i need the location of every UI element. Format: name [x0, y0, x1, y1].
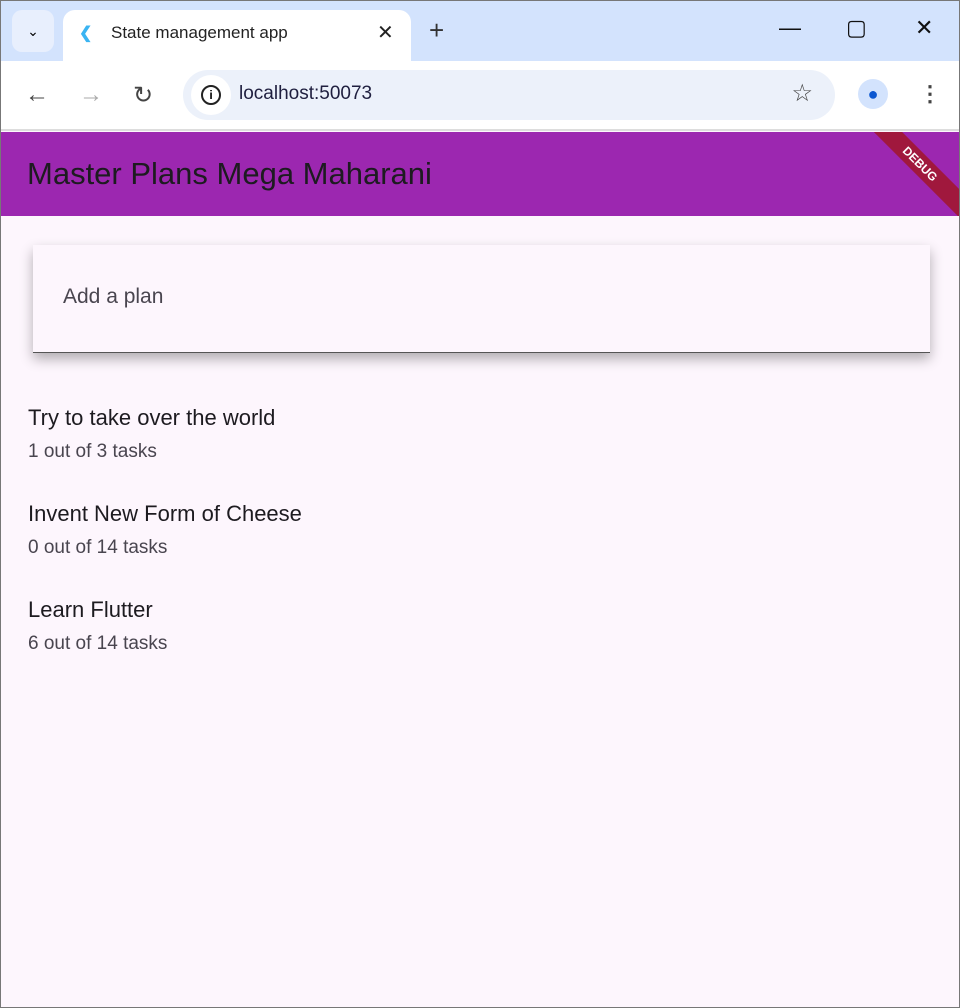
forward-icon[interactable]: →: [79, 81, 103, 109]
add-plan-field: [33, 245, 930, 353]
tab-title: State management app: [111, 23, 288, 42]
tab-search-button[interactable]: ⌄: [12, 10, 54, 52]
browser-toolbar: ← → ↻ i localhost:50073 ☆: [1, 61, 959, 131]
profile-avatar-icon[interactable]: ●: [858, 79, 888, 109]
plan-name: Invent New Form of Cheese: [28, 501, 302, 526]
plan-progress: 1 out of 3 tasks: [28, 441, 157, 462]
plan-name: Learn Flutter: [28, 597, 153, 622]
browser-tab[interactable]: ❮ State management app ✕: [63, 10, 411, 62]
add-plan-input[interactable]: [63, 285, 863, 309]
close-window-icon[interactable]: ✕: [915, 15, 933, 41]
plan-name: Try to take over the world: [28, 405, 276, 430]
plan-list-item[interactable]: Invent New Form of Cheese 0 out of 14 ta…: [28, 501, 302, 559]
plan-list-item[interactable]: Try to take over the world 1 out of 3 ta…: [28, 405, 275, 463]
plan-list-item[interactable]: Learn Flutter 6 out of 14 tasks: [28, 597, 167, 655]
minimize-icon[interactable]: —: [779, 15, 801, 41]
page-title: Master Plans Mega Maharani: [27, 156, 432, 191]
back-icon[interactable]: ←: [25, 81, 49, 109]
url-text[interactable]: localhost:50073: [239, 83, 372, 105]
flutter-icon: ❮: [79, 25, 93, 42]
more-menu-icon[interactable]: ⋮: [919, 81, 941, 107]
close-tab-icon[interactable]: ✕: [377, 20, 394, 45]
tab-strip: ⌄ ❮ State management app ✕ + — ▢ ✕: [1, 1, 959, 62]
address-bar[interactable]: i localhost:50073 ☆: [183, 70, 835, 120]
site-info-icon[interactable]: i: [191, 75, 231, 115]
debug-banner: DEBUG: [859, 132, 959, 216]
new-tab-button[interactable]: +: [429, 15, 444, 46]
reload-icon[interactable]: ↻: [133, 81, 153, 110]
app-bar: Master Plans Mega Maharani DEBUG: [1, 132, 959, 216]
plan-progress: 0 out of 14 tasks: [28, 537, 168, 558]
maximize-icon[interactable]: ▢: [846, 15, 867, 41]
plan-progress: 6 out of 14 tasks: [28, 633, 168, 654]
bookmark-star-icon[interactable]: ☆: [791, 79, 813, 108]
chevron-down-icon: ⌄: [27, 22, 39, 39]
